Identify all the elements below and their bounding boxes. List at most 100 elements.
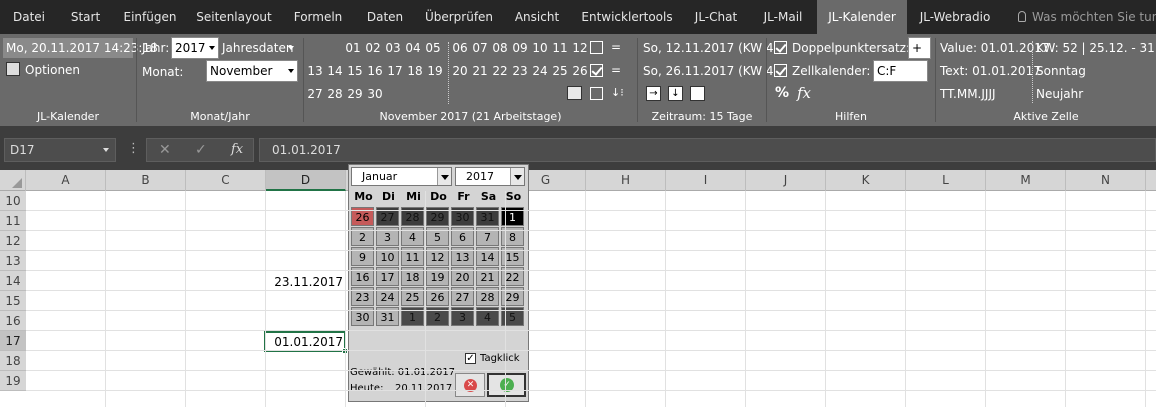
day-checkbox-3[interactable] [590, 87, 603, 100]
zellkalender-checkbox[interactable] [774, 64, 787, 77]
gridline [985, 191, 986, 407]
tab-jl-mail[interactable]: JL-Mail [749, 0, 817, 34]
popup-month-select[interactable]: Januar [351, 167, 452, 186]
ribbon-day-button[interactable]: 21 [470, 64, 490, 78]
ribbon-day-button[interactable]: 12 [570, 41, 590, 55]
zeitraum-start[interactable]: So, 12.11.2017 (KW 45) [643, 41, 786, 55]
row-header-13[interactable]: 13 [0, 251, 26, 271]
row-header-11[interactable]: 11 [0, 211, 26, 231]
ribbon-day-button[interactable]: 30 [365, 87, 385, 101]
zeitraum-end[interactable]: So, 26.11.2017 (KW 47) [643, 64, 786, 78]
column-header-h[interactable]: H [586, 170, 666, 191]
jahresdaten-button[interactable]: Jahresdaten [222, 41, 293, 55]
cell-d17[interactable]: 01.01.2017 [264, 335, 343, 349]
tagklick-checkbox[interactable]: ✓ [465, 353, 476, 364]
insert-function-icon[interactable]: fx [231, 142, 243, 157]
row-header-10[interactable]: 10 [0, 191, 26, 211]
column-header-a[interactable]: A [26, 170, 106, 191]
tab-ansicht[interactable]: Ansicht [503, 0, 571, 34]
ribbon-day-button[interactable]: 27 [305, 87, 325, 101]
tab-einfuegen[interactable]: Einfügen [113, 0, 187, 34]
optionen-button[interactable]: Optionen [25, 63, 80, 77]
column-header-m[interactable]: M [986, 170, 1066, 191]
row-header-16[interactable]: 16 [0, 311, 26, 331]
cell-d14[interactable]: 23.11.2017 [264, 275, 343, 289]
ribbon-day-button[interactable]: 10 [530, 41, 550, 55]
ribbon-day-button[interactable]: 29 [345, 87, 365, 101]
row-header-17[interactable]: 17 [0, 331, 26, 351]
ribbon-day-button[interactable]: 09 [510, 41, 530, 55]
ribbon-day-button[interactable]: 14 [325, 64, 345, 78]
arrow-down-icon[interactable]: ↓ [668, 86, 683, 101]
tab-daten[interactable]: Daten [355, 0, 415, 34]
jahr-select[interactable]: 2017 [171, 37, 219, 59]
ribbon-day-button[interactable]: 16 [365, 64, 385, 78]
monat-select[interactable]: November [206, 60, 298, 82]
day-checkbox-2[interactable] [590, 64, 603, 77]
column-header-k[interactable]: K [826, 170, 906, 191]
tab-datei[interactable]: Datei [0, 0, 58, 34]
tab-entwicklertools[interactable]: Entwicklertools [571, 0, 683, 34]
ribbon-day-button[interactable]: 03 [383, 41, 403, 55]
column-header-j[interactable]: J [746, 170, 826, 191]
ribbon-day-button[interactable]: 18 [405, 64, 425, 78]
ribbon-day-button[interactable]: 04 [403, 41, 423, 55]
tab-ueberpruefen[interactable]: Überprüfen [415, 0, 503, 34]
ribbon-day-button[interactable]: 07 [470, 41, 490, 55]
column-header-c[interactable]: C [186, 170, 266, 191]
row-header-15[interactable]: 15 [0, 291, 26, 311]
popup-cancel-button[interactable]: ✕ [455, 373, 485, 397]
tab-jl-webradio[interactable]: JL-Webradio [907, 0, 1003, 34]
ribbon-day-button[interactable]: 02 [363, 41, 383, 55]
ribbon-day-button[interactable]: 19 [425, 64, 445, 78]
doppelpunkt-input[interactable]: + [908, 37, 931, 59]
column-header-b[interactable]: B [106, 170, 186, 191]
column-header-l[interactable]: L [906, 170, 986, 191]
cancel-icon[interactable]: ✕ [159, 142, 171, 158]
column-header-i[interactable]: I [666, 170, 746, 191]
ribbon-day-button[interactable]: 24 [530, 64, 550, 78]
function-icon[interactable]: fx [797, 84, 811, 102]
ribbon-day-button[interactable]: 11 [550, 41, 570, 55]
tell-me-search[interactable]: Was möchten Sie tun? [1012, 0, 1156, 34]
tab-start[interactable]: Start [58, 0, 113, 34]
tab-jl-kalender[interactable]: JL-Kalender [817, 0, 907, 34]
zellkalender-input[interactable]: C:F [873, 60, 928, 82]
day-checkbox-1[interactable] [590, 41, 603, 54]
percent-icon[interactable]: % [775, 85, 789, 101]
row-header-12[interactable]: 12 [0, 231, 26, 251]
formula-input[interactable]: 01.01.2017 [259, 138, 1156, 162]
ribbon-day-button[interactable]: 23 [510, 64, 530, 78]
ribbon-day-button[interactable]: 17 [385, 64, 405, 78]
row-header-19[interactable]: 19 [0, 371, 26, 391]
tab-formeln[interactable]: Formeln [281, 0, 355, 34]
calendar-export-icon[interactable] [690, 86, 705, 101]
arrow-right-icon[interactable]: → [646, 86, 661, 101]
name-box[interactable]: D17 [4, 138, 116, 162]
ribbon-day-button[interactable]: 01 [343, 41, 363, 55]
check-icon[interactable]: ✓ [195, 142, 207, 158]
popup-ok-button[interactable]: ✓ [487, 373, 526, 397]
ribbon-day-button[interactable]: 26 [570, 64, 590, 78]
row-header-18[interactable]: 18 [0, 351, 26, 371]
column-header-n[interactable]: N [1066, 170, 1146, 191]
select-all-button[interactable] [0, 170, 26, 191]
ribbon-day-button[interactable]: 06 [450, 41, 470, 55]
popup-year-select[interactable]: 2017 [455, 167, 525, 186]
tab-seitenlayout[interactable]: Seitenlayout [187, 0, 281, 34]
calendar-icon[interactable] [567, 86, 582, 100]
tab-jl-chat[interactable]: JL-Chat [683, 0, 749, 34]
ribbon-day-button[interactable]: 22 [490, 64, 510, 78]
more-icon[interactable]: ⋮ [127, 141, 140, 156]
ribbon-day-button[interactable]: 25 [550, 64, 570, 78]
ribbon-day-button[interactable]: 28 [325, 87, 345, 101]
ribbon-day-button[interactable]: 05 [423, 41, 443, 55]
row-header-14[interactable]: 14 [0, 271, 26, 291]
ribbon-day-button[interactable]: 08 [490, 41, 510, 55]
sort-icon[interactable]: ↓⁝ [611, 86, 624, 99]
ribbon-day-button[interactable]: 15 [345, 64, 365, 78]
doppelpunkt-checkbox[interactable] [774, 41, 787, 54]
column-header-d[interactable]: D [266, 170, 346, 191]
ribbon-day-button[interactable]: 13 [305, 64, 325, 78]
ribbon-day-button[interactable]: 20 [450, 64, 470, 78]
